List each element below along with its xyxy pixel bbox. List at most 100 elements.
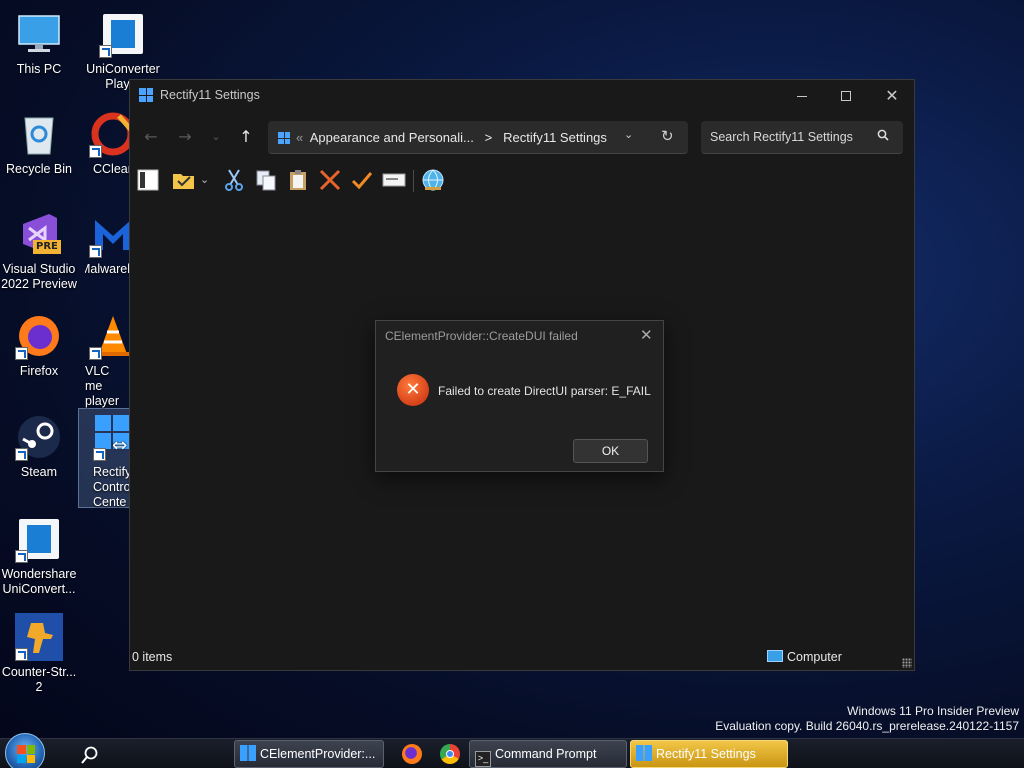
recent-locations-button[interactable]: ⌄ [204, 125, 228, 149]
visual-studio-icon: PRE [15, 210, 63, 258]
chrome-icon[interactable] [440, 744, 460, 764]
desktop-icon-recycle-bin[interactable]: Recycle Bin [1, 110, 77, 177]
taskbar: CElementProvider:... >_ Command Prompt Re… [0, 733, 1024, 768]
minimize-icon [797, 95, 807, 97]
globe-icon [422, 169, 444, 191]
desktop-icon-uniconverter-player[interactable]: UniConverter Player [85, 10, 161, 90]
desktop-icon-firefox[interactable]: Firefox [1, 312, 77, 379]
desktop-icon-rectify-control-center[interactable]: Rectify Contro Cente [85, 413, 129, 510]
windows-flag-icon [17, 745, 35, 763]
desktop-icon-malwarebytes[interactable]: Malwareb [85, 210, 129, 277]
copy-button[interactable] [254, 168, 278, 192]
window-title: Rectify11 Settings [160, 88, 260, 102]
close-button[interactable]: ✕ [872, 84, 912, 108]
malwarebytes-icon [89, 210, 129, 258]
status-zone: Computer [767, 650, 842, 664]
arrow-left-icon: ← [144, 127, 158, 146]
cut-button[interactable] [222, 168, 246, 192]
delete-button[interactable] [318, 168, 342, 192]
steam-icon [15, 413, 63, 461]
recycle-bin-icon [15, 110, 63, 158]
maximize-button[interactable] [826, 84, 866, 108]
taskbar-button-rectify11-settings[interactable]: Rectify11 Settings [630, 740, 788, 768]
maximize-icon [841, 91, 851, 101]
folder-options-button[interactable] [172, 168, 202, 192]
taskbar-button-error-dialog[interactable]: CElementProvider:... [234, 740, 384, 768]
desktop-icon-steam[interactable]: Steam [1, 413, 77, 480]
dialog-message: Failed to create DirectUI parser: E_FAIL [438, 384, 651, 398]
search-icon [877, 129, 889, 141]
shortcut-arrow-icon [99, 45, 112, 58]
taskbar-button-command-prompt[interactable]: >_ Command Prompt [469, 740, 627, 768]
folder-check-icon [173, 174, 194, 189]
checkmark-icon [351, 172, 373, 190]
address-dropdown-icon[interactable]: ⌄ [624, 128, 633, 141]
title-bar[interactable]: Rectify11 Settings ✕ [130, 80, 914, 112]
computer-icon [767, 650, 783, 662]
taskbar-button-label: CElementProvider:... [260, 747, 376, 761]
watermark-edition: Windows 11 Pro Insider Preview [847, 704, 1019, 718]
rename-button[interactable] [382, 168, 406, 192]
forward-button[interactable]: → [173, 125, 197, 149]
paste-button[interactable] [286, 168, 310, 192]
desktop-icon-ccleaner[interactable]: CClean [85, 110, 129, 177]
rename-icon [382, 173, 406, 187]
search-box[interactable]: Search Rectify11 Settings [701, 121, 903, 154]
arrow-up-icon: ↑ [239, 127, 253, 146]
layout-pane-button[interactable] [136, 168, 160, 192]
chevron-down-icon: ⌄ [211, 130, 221, 143]
start-button[interactable] [5, 733, 45, 768]
desktop-icon-counter-strike[interactable]: Counter-Str... 2 [1, 613, 77, 695]
up-button[interactable]: ↑ [234, 125, 258, 149]
shortcut-arrow-icon [89, 245, 102, 258]
refresh-icon[interactable]: ↻ [661, 127, 674, 145]
properties-check-button[interactable] [350, 168, 374, 192]
windows-logo-icon [240, 745, 256, 761]
toolbar-divider [413, 170, 414, 192]
dialog-close-button[interactable]: ✕ [640, 326, 653, 344]
uniconverter-icon [99, 10, 147, 58]
shortcut-arrow-icon [89, 347, 102, 360]
shortcut-arrow-icon [15, 550, 28, 563]
close-icon: ✕ [885, 86, 899, 105]
desktop-icon-this-pc[interactable]: This PC [1, 10, 77, 77]
search-placeholder: Search Rectify11 Settings [710, 130, 853, 144]
counter-strike-icon [15, 613, 63, 661]
error-dialog[interactable]: CElementProvider::CreateDUI failed ✕ ✕ F… [375, 320, 664, 472]
folder-options-dropdown[interactable]: ⌄ [200, 168, 212, 192]
error-icon: ✕ [397, 374, 429, 406]
ccleaner-icon [89, 110, 129, 158]
pre-badge: PRE [33, 240, 61, 254]
terminal-icon: >_ [475, 751, 491, 767]
command-toolbar: ⌄ [136, 168, 456, 194]
shortcut-arrow-icon [15, 347, 28, 360]
control-panel-icon [278, 132, 290, 144]
clipboard-icon [290, 170, 306, 190]
firefox-icon[interactable] [402, 744, 422, 764]
ok-button[interactable]: OK [573, 439, 648, 463]
breadcrumb-overflow[interactable]: « [296, 130, 303, 145]
address-bar[interactable]: « Appearance and Personali... > Rectify1… [268, 121, 688, 154]
windows-logo-icon [636, 745, 652, 761]
network-button[interactable] [421, 168, 445, 192]
breadcrumb-rectify11-settings[interactable]: Rectify11 Settings [503, 130, 607, 145]
scissors-icon [225, 169, 243, 191]
dialog-title: CElementProvider::CreateDUI failed [385, 329, 578, 343]
vlc-icon [89, 312, 129, 360]
resize-grip[interactable] [902, 658, 912, 668]
breadcrumb-appearance[interactable]: Appearance and Personali... [310, 130, 474, 145]
monitor-icon [15, 10, 63, 58]
back-button[interactable]: ← [139, 125, 163, 149]
minimize-button[interactable] [782, 84, 822, 108]
taskbar-button-label: Rectify11 Settings [656, 747, 756, 761]
watermark-build: Evaluation copy. Build 26040.rs_prerelea… [715, 719, 1019, 733]
status-bar: 0 items Computer [130, 648, 914, 670]
desktop-icon-wondershare-uniconverter[interactable]: Wondershare UniConvert... [1, 515, 77, 597]
item-count: 0 items [132, 650, 173, 664]
desktop-icon-vlc[interactable]: VLC me player [85, 312, 129, 409]
windows-logo-icon [139, 88, 153, 102]
desktop-icon-visual-studio[interactable]: PRE Visual Studio 2022 Preview [1, 210, 77, 292]
search-icon[interactable] [80, 745, 100, 765]
arrow-right-icon: → [178, 127, 192, 146]
breadcrumb-separator[interactable]: > [485, 130, 493, 145]
